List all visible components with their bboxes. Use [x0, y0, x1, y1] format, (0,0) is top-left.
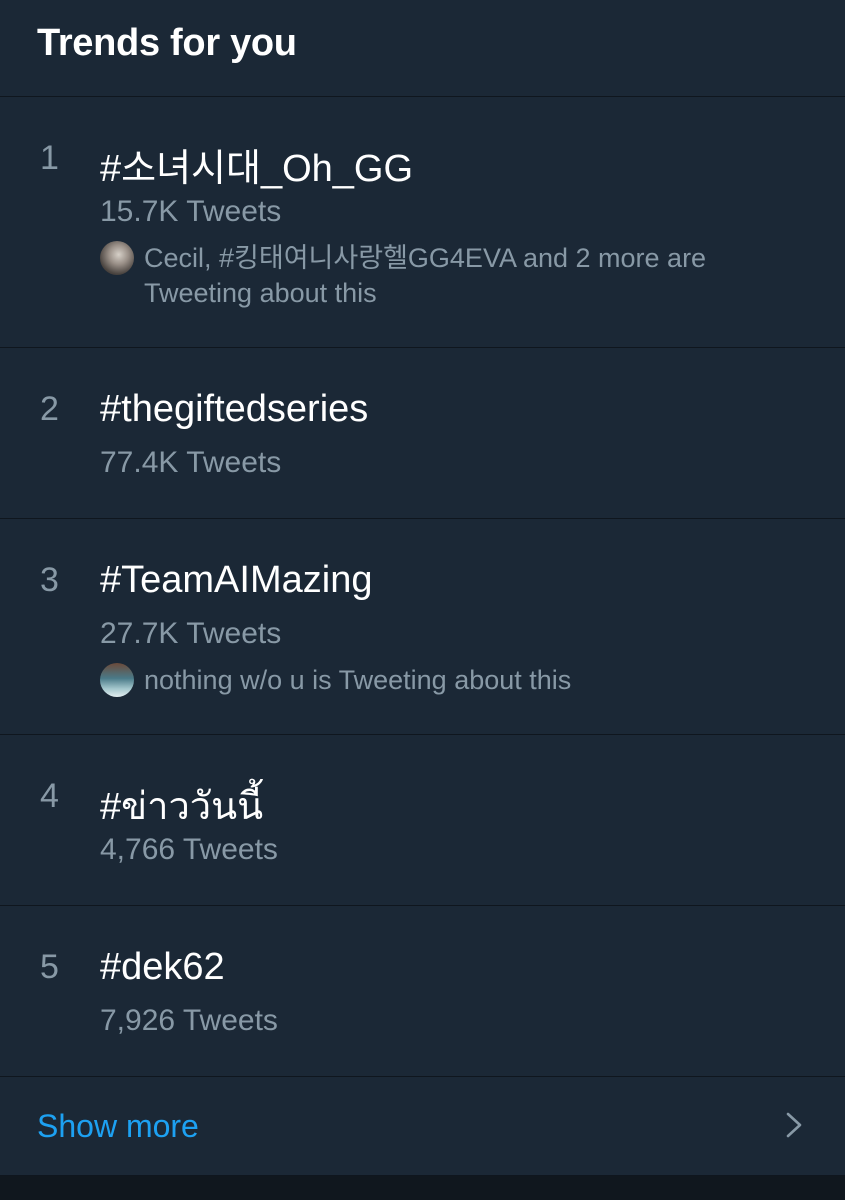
- trend-item-3[interactable]: 3 #TeamAIMazing 27.7K Tweets nothing w/o…: [0, 519, 845, 735]
- chevron-right-icon[interactable]: [783, 1110, 807, 1140]
- avatar: [100, 241, 134, 275]
- trend-tweet-count: 4,766 Tweets: [100, 833, 278, 866]
- trend-rank: 2: [40, 390, 59, 428]
- trend-hashtag[interactable]: #ข่าววันนี้: [100, 775, 263, 836]
- trend-item-5[interactable]: 5 #dek62 7,926 Tweets: [0, 906, 845, 1077]
- trend-context-text: nothing w/o u is Tweeting about this: [144, 665, 572, 695]
- trend-tweet-count: 77.4K Tweets: [100, 446, 282, 479]
- page-title: Trends for you: [37, 22, 297, 64]
- trend-hashtag[interactable]: #TeamAIMazing: [100, 559, 372, 602]
- trend-item-4[interactable]: 4 #ข่าววันนี้ 4,766 Tweets: [0, 735, 845, 906]
- trend-hashtag[interactable]: #소녀시대_Oh_GG: [100, 137, 413, 192]
- trend-tweet-count: 15.7K Tweets: [100, 195, 282, 228]
- bottom-divider-strip: [0, 1176, 845, 1200]
- trend-tweet-count: 7,926 Tweets: [100, 1004, 278, 1037]
- show-more-link[interactable]: Show more: [37, 1108, 199, 1145]
- trend-rank: 3: [40, 561, 59, 599]
- avatar: [100, 663, 134, 697]
- trend-hashtag[interactable]: #thegiftedseries: [100, 388, 368, 431]
- trend-social-context: nothing w/o u is Tweeting about this: [100, 663, 790, 699]
- trend-rank: 1: [40, 139, 59, 177]
- trend-social-context: Cecil, #킹태여니사랑헬GG4EVA and 2 more are Twe…: [100, 241, 790, 313]
- trend-tweet-count: 27.7K Tweets: [100, 617, 282, 650]
- trend-hashtag[interactable]: #dek62: [100, 946, 225, 989]
- show-more-row[interactable]: Show more: [0, 1077, 845, 1176]
- trend-item-1[interactable]: 1 #소녀시대_Oh_GG 15.7K Tweets Cecil, #킹태여니사…: [0, 97, 845, 348]
- trends-header: Trends for you: [0, 0, 845, 97]
- trend-rank: 5: [40, 948, 59, 986]
- trend-context-text: Cecil, #킹태여니사랑헬GG4EVA and 2 more are Twe…: [144, 243, 707, 308]
- trend-item-2[interactable]: 2 #thegiftedseries 77.4K Tweets: [0, 348, 845, 519]
- trend-rank: 4: [40, 777, 59, 815]
